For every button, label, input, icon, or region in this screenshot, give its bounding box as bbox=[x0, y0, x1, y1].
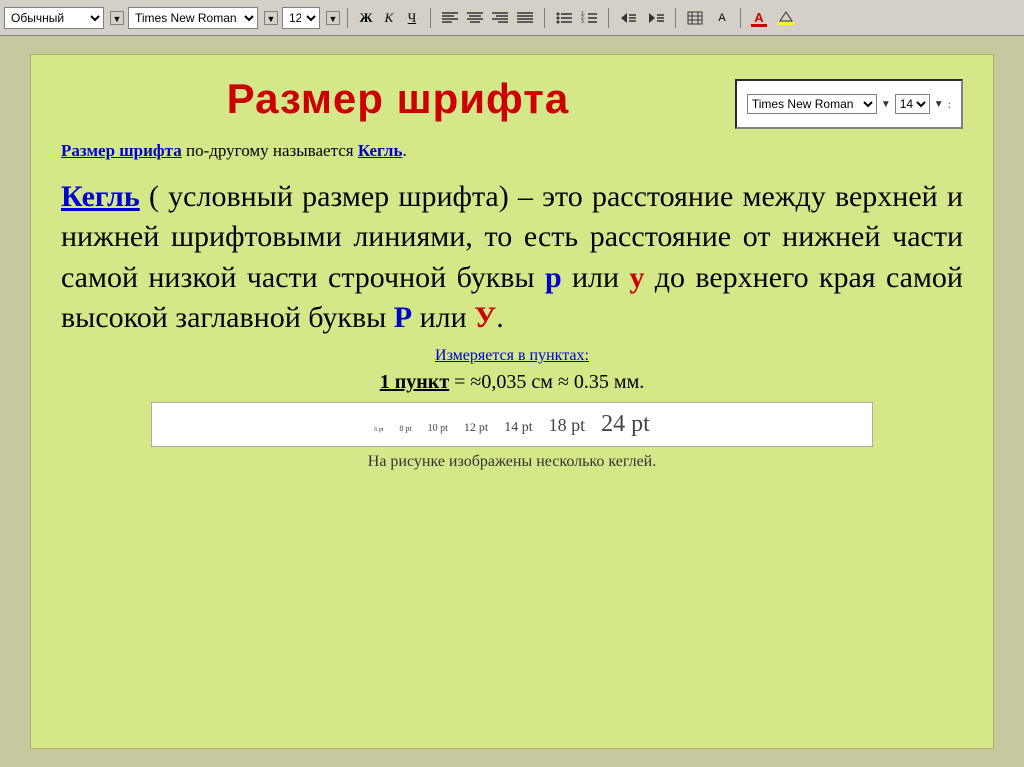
subtitle-mid-text: по-другому называется bbox=[182, 141, 358, 160]
align-buttons bbox=[438, 7, 537, 29]
list-unordered-button[interactable] bbox=[552, 7, 576, 29]
align-center-button[interactable] bbox=[463, 7, 487, 29]
toolbar-divider-4 bbox=[608, 8, 609, 28]
main-text-mid: или bbox=[562, 261, 630, 294]
font-sample-select[interactable]: Times New Roman bbox=[747, 94, 877, 114]
style-dropdown-arrow[interactable]: ▼ bbox=[110, 11, 124, 25]
main-paragraph: Кегль ( условный размер шрифта) – это ра… bbox=[61, 177, 963, 339]
align-right-button[interactable] bbox=[488, 7, 512, 29]
size-sample-24pt: 24 pt bbox=[601, 411, 650, 438]
subtitle-end: . bbox=[402, 141, 406, 160]
point-definition: 1 пункт = ≈0,035 см ≈ 0.35 мм. bbox=[61, 371, 963, 394]
align-left-button[interactable] bbox=[438, 7, 462, 29]
highlight-button[interactable]: A bbox=[711, 7, 733, 29]
font-sample-box: Times New Roman ▼ 14 ▼ : bbox=[735, 79, 963, 129]
slide-content: Размер шрифта Times New Roman ▼ 14 ▼ : Р… bbox=[30, 54, 994, 749]
subtitle-kegl-link[interactable]: Кегль bbox=[358, 141, 403, 160]
style-select[interactable]: Обычный bbox=[4, 7, 104, 29]
bold-button[interactable]: Ж bbox=[355, 7, 377, 29]
slide-area: Размер шрифта Times New Roman ▼ 14 ▼ : Р… bbox=[0, 36, 1024, 767]
font-size-dropdown-arrow[interactable]: ▼ bbox=[934, 99, 944, 110]
toolbar-divider-3 bbox=[544, 8, 545, 28]
size-sample-14pt: 14 pt bbox=[504, 420, 532, 436]
italic-button[interactable]: К bbox=[378, 7, 400, 29]
font-sample-extra: : bbox=[948, 97, 951, 112]
point-def-text: = ≈0,035 см ≈ 0.35 мм. bbox=[449, 371, 644, 393]
format-buttons: Ж К Ч bbox=[355, 7, 423, 29]
list-buttons: 1.2.3. bbox=[552, 7, 601, 29]
subtitle-line: Размер шрифта по-другому называется Кегл… bbox=[61, 139, 963, 163]
increase-indent-button[interactable] bbox=[644, 7, 668, 29]
toolbar-divider-5 bbox=[675, 8, 676, 28]
toolbar-divider-2 bbox=[430, 8, 431, 28]
letter-P-upper: Р bbox=[394, 301, 412, 334]
size-sample-10pt: 10 pt bbox=[428, 423, 448, 434]
size-dropdown-arrow[interactable]: ▼ bbox=[326, 11, 340, 25]
slide-title: Размер шрифта bbox=[61, 75, 735, 123]
measured-line[interactable]: Измеряется в пунктах: bbox=[61, 347, 963, 365]
letter-y-lower: у bbox=[629, 261, 644, 294]
size-sample-12pt: 12 pt bbox=[464, 420, 488, 435]
align-justify-button[interactable] bbox=[513, 7, 537, 29]
font-sample-dropdown-arrow[interactable]: ▼ bbox=[881, 99, 891, 110]
decrease-indent-button[interactable] bbox=[616, 7, 640, 29]
size-sample-18pt: 18 pt bbox=[549, 415, 586, 436]
table-button[interactable] bbox=[683, 7, 707, 29]
size-select[interactable]: 12 bbox=[282, 7, 320, 29]
size-samples-box: 6 pt 8 pt 10 pt 12 pt 14 pt 18 pt 24 pt bbox=[151, 402, 873, 447]
size-sample-8pt: 8 pt bbox=[399, 424, 411, 433]
caption: На рисунке изображены несколько кеглей. bbox=[61, 453, 963, 471]
main-text-end: . bbox=[496, 301, 504, 334]
letter-Y-upper: У bbox=[474, 301, 496, 334]
point-link[interactable]: 1 пункт bbox=[380, 371, 449, 393]
font-dropdown-arrow[interactable]: ▼ bbox=[264, 11, 278, 25]
list-ordered-button[interactable]: 1.2.3. bbox=[577, 7, 601, 29]
font-color-button[interactable]: A bbox=[748, 7, 770, 29]
letter-p: р bbox=[545, 261, 562, 294]
kegl-term-link[interactable]: Кегль bbox=[61, 180, 140, 213]
underline-button[interactable]: Ч bbox=[401, 7, 423, 29]
toolbar: Обычный ▼ Times New Roman ▼ 12 ▼ Ж К Ч bbox=[0, 0, 1024, 36]
title-row: Размер шрифта Times New Roman ▼ 14 ▼ : bbox=[61, 75, 963, 129]
font-select[interactable]: Times New Roman bbox=[128, 7, 258, 29]
font-sample-size-select[interactable]: 14 bbox=[895, 94, 930, 114]
bg-color-button[interactable] bbox=[774, 7, 798, 29]
svg-text:3.: 3. bbox=[581, 19, 585, 25]
toolbar-divider-6 bbox=[740, 8, 741, 28]
size-sample-6pt: 6 pt bbox=[374, 427, 383, 433]
toolbar-divider-1 bbox=[347, 8, 348, 28]
subtitle-term-link[interactable]: Размер шрифта bbox=[61, 141, 182, 160]
main-text-or: или bbox=[412, 301, 474, 334]
